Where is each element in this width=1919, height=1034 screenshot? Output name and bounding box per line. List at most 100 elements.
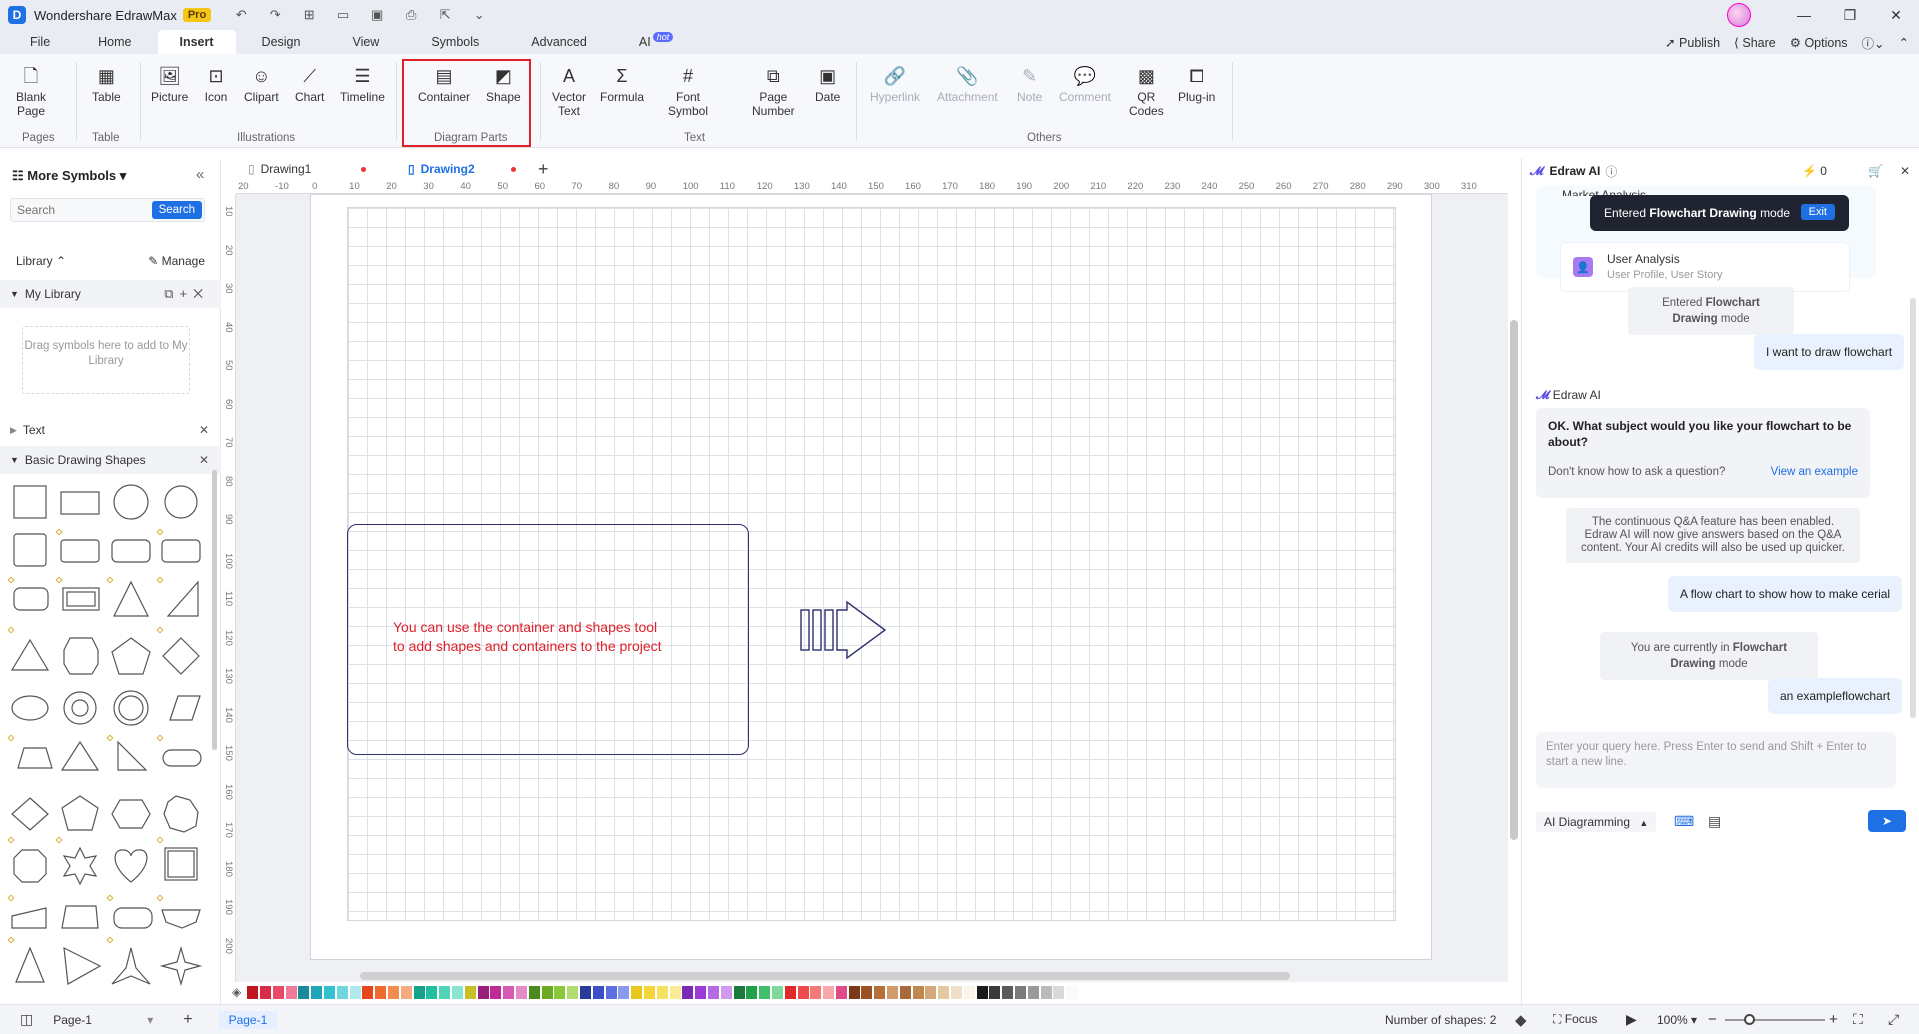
color-swatch[interactable] — [695, 985, 707, 999]
doc-tab-drawing1[interactable]: ▯ Drawing1 — [228, 158, 378, 180]
color-swatch[interactable] — [848, 985, 860, 999]
attachment-button[interactable]: 📎 Attachment — [937, 64, 998, 104]
color-swatch[interactable] — [835, 985, 847, 999]
exit-mode-button[interactable]: Exit — [1800, 204, 1835, 220]
heart-shape[interactable] — [114, 849, 148, 883]
page-tab-page1[interactable]: Page-1 — [218, 1010, 278, 1029]
ai-panel-scrollbar[interactable] — [1910, 298, 1916, 718]
hexagon-shape[interactable] — [111, 799, 151, 829]
date-button[interactable]: ▣ Date — [815, 64, 840, 104]
publish-button[interactable]: ➚ Publish — [1665, 35, 1720, 50]
close-ai-panel-icon[interactable]: ✕ — [1900, 164, 1910, 178]
my-library-actions[interactable]: ⧉+✕ — [164, 286, 209, 302]
pill-shape[interactable] — [162, 749, 202, 767]
parallelogram-shape[interactable] — [169, 695, 201, 721]
circle-shape[interactable] — [113, 484, 149, 520]
zoom-slider-thumb[interactable] — [1744, 1014, 1755, 1025]
color-swatch[interactable] — [515, 985, 527, 999]
redo-icon[interactable]: ↷ — [265, 5, 285, 25]
help-icon[interactable]: ⓘ — [1605, 163, 1617, 180]
minimize-icon[interactable]: — — [1781, 0, 1827, 30]
manage-button[interactable]: ✎ Manage — [148, 254, 205, 268]
rounded-rectangle-shape-2[interactable] — [111, 539, 151, 563]
close-section-icon[interactable]: ✕ — [199, 423, 209, 437]
comment-button[interactable]: 💬 Comment — [1059, 64, 1111, 104]
color-swatch[interactable] — [388, 985, 399, 999]
tab-home[interactable]: Home — [72, 30, 157, 54]
color-swatch[interactable] — [874, 985, 886, 999]
color-swatch[interactable] — [899, 985, 911, 999]
color-swatch[interactable] — [298, 985, 310, 999]
pentagon-shape[interactable] — [111, 637, 151, 675]
layers-icon[interactable]: ◆ — [1515, 1011, 1527, 1029]
striped-arrow-shape[interactable] — [799, 600, 889, 662]
color-swatch[interactable] — [464, 985, 476, 999]
send-button[interactable]: ➤ — [1868, 810, 1906, 832]
text-section-header[interactable]: ▶ Text ✕ — [0, 416, 221, 444]
font-symbol-button[interactable]: # Font Symbol — [668, 64, 708, 118]
color-swatch[interactable] — [503, 985, 515, 999]
octagon-shape-2[interactable] — [13, 849, 47, 883]
diamond-shape-2[interactable] — [11, 797, 49, 831]
three-point-star-shape[interactable] — [111, 947, 151, 985]
color-swatch[interactable] — [247, 985, 259, 999]
heptagon-shape[interactable] — [163, 795, 199, 833]
color-swatch[interactable] — [592, 985, 604, 999]
trapezoid-shape[interactable] — [17, 747, 53, 769]
color-swatch[interactable] — [643, 985, 655, 999]
rectangle-shape[interactable] — [60, 491, 100, 515]
color-swatch[interactable] — [285, 985, 297, 999]
color-swatch[interactable] — [989, 985, 1001, 999]
document-icon[interactable]: ▤ — [1708, 813, 1721, 830]
color-swatch[interactable] — [1002, 985, 1014, 999]
triangle-shape-2[interactable] — [10, 638, 50, 671]
tab-insert[interactable]: Insert — [157, 30, 236, 54]
color-swatch[interactable] — [413, 985, 425, 999]
suggestion-card-user-analysis[interactable]: 👤 User Analysis User Profile, User Story — [1560, 242, 1850, 292]
quick-access-dropdown-icon[interactable]: ⌄ — [469, 5, 489, 25]
color-swatch[interactable] — [490, 985, 502, 999]
rounded-pill-shape[interactable] — [113, 907, 153, 929]
octagon-shape[interactable] — [63, 637, 99, 675]
color-swatch[interactable] — [759, 985, 771, 999]
color-swatch[interactable] — [311, 985, 323, 999]
rounded-rectangle-shape-3[interactable] — [161, 539, 201, 563]
canvas-vertical-scrollbar[interactable] — [1510, 320, 1518, 840]
plugin-button[interactable]: ⧠ Plug-in — [1178, 64, 1215, 104]
icon-button[interactable]: ⊡ Icon — [204, 64, 228, 104]
color-swatch[interactable] — [810, 985, 822, 999]
container-text[interactable]: You can use the container and shapes too… — [393, 618, 713, 656]
bevel-shape[interactable] — [61, 905, 99, 929]
tab-file[interactable]: File — [0, 30, 72, 54]
triangle-shape-4[interactable] — [15, 946, 45, 983]
color-swatch[interactable] — [451, 985, 463, 999]
fullscreen-icon[interactable]: ⤢ — [1888, 1011, 1899, 1028]
fill-bucket-icon[interactable]: ◈ — [232, 985, 241, 999]
add-page-button[interactable]: + — [183, 1011, 192, 1029]
triangle-shape[interactable] — [113, 580, 149, 617]
pennant-shape[interactable] — [161, 909, 201, 929]
focus-button[interactable]: ⛶ Focus — [1553, 1012, 1597, 1027]
color-swatch[interactable] — [1027, 985, 1039, 999]
restore-icon[interactable]: ❐ — [1827, 0, 1873, 30]
table-button[interactable]: ▦ Table — [92, 64, 121, 104]
color-swatch[interactable] — [784, 985, 796, 999]
color-swatch[interactable] — [938, 985, 950, 999]
collapse-panel-icon[interactable]: « — [196, 166, 204, 183]
color-swatch[interactable] — [925, 985, 937, 999]
picture-button[interactable]: 🖼 Picture — [151, 64, 188, 104]
star-burst-shape[interactable] — [62, 846, 98, 886]
rounded-rectangle-shape[interactable] — [60, 539, 100, 563]
symbol-search-input[interactable] — [11, 199, 141, 221]
color-swatch[interactable] — [861, 985, 873, 999]
print-icon[interactable]: ⎙ — [401, 5, 421, 25]
ring-shape[interactable] — [63, 691, 97, 725]
color-swatch[interactable] — [1053, 985, 1065, 999]
zoom-slider[interactable] — [1725, 1019, 1825, 1021]
new-icon[interactable]: ⊞ — [299, 5, 319, 25]
options-button[interactable]: ⚙ Options — [1790, 35, 1848, 50]
color-swatch[interactable] — [733, 985, 745, 999]
manual-input-shape[interactable] — [11, 907, 47, 929]
color-swatch[interactable] — [682, 985, 694, 999]
color-swatch[interactable] — [1066, 985, 1078, 999]
